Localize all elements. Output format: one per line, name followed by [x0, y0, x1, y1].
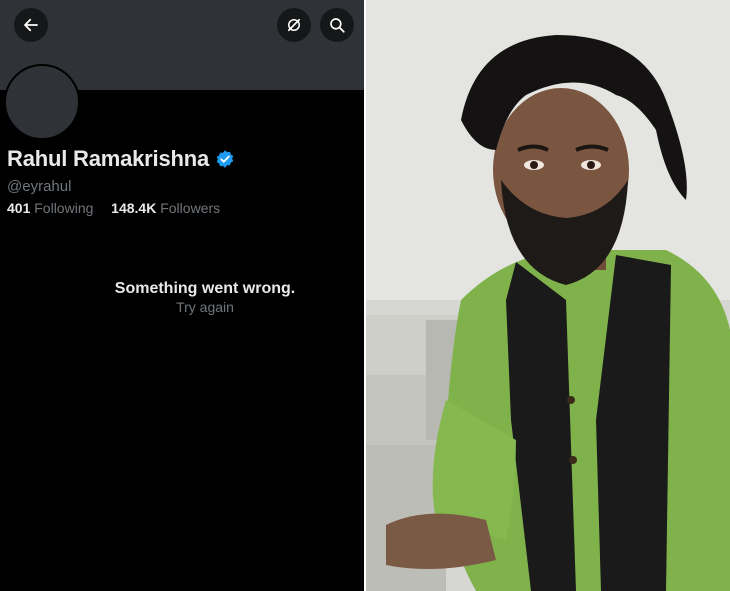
grok-button[interactable] — [277, 8, 311, 42]
profile-stats: 401 Following 148.4K Followers — [7, 200, 220, 216]
following-count: 401 — [7, 200, 31, 216]
profile-panel: Rahul Ramakrishna @eyrahul 401 Following… — [0, 0, 364, 591]
following-label: Following — [34, 200, 94, 216]
followers-label: Followers — [160, 200, 221, 216]
profile-handle: @eyrahul — [7, 178, 72, 195]
try-again-link[interactable]: Try again — [0, 299, 364, 315]
profile-name-row: Rahul Ramakrishna — [7, 146, 235, 172]
followers-count: 148.4K — [111, 200, 157, 216]
grok-icon — [287, 18, 301, 32]
back-button[interactable] — [14, 8, 48, 42]
person-photo — [366, 0, 730, 591]
back-arrow-icon — [24, 18, 38, 32]
error-message: Something went wrong. — [114, 280, 296, 297]
following-link[interactable]: 401 Following — [7, 200, 97, 216]
followers-link[interactable]: 148.4K Followers — [111, 200, 220, 216]
profile-name: Rahul Ramakrishna — [7, 146, 210, 171]
avatar[interactable] — [4, 64, 80, 140]
search-icon — [330, 18, 345, 33]
search-button[interactable] — [320, 8, 354, 42]
verified-badge-icon[interactable] — [215, 149, 235, 169]
